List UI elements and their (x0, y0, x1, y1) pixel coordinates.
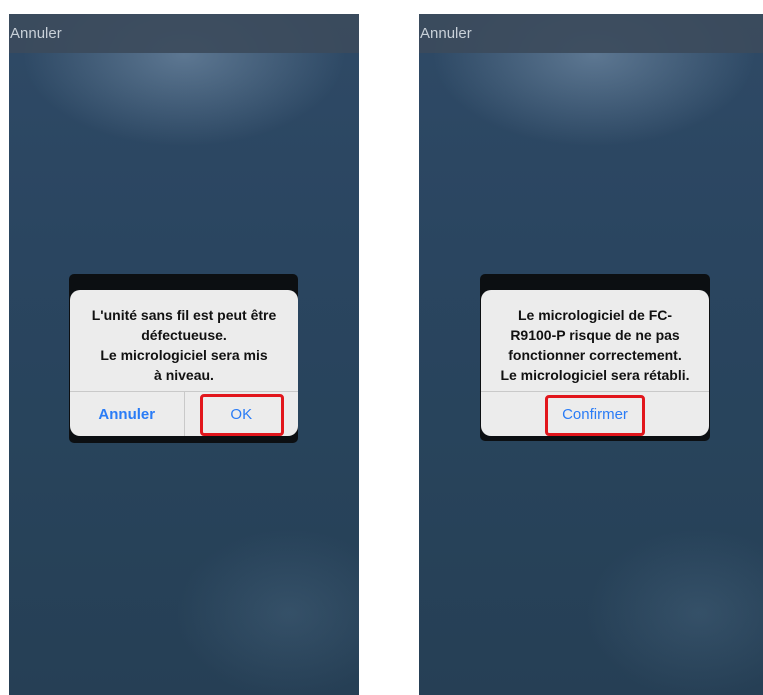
dialog-message: Le micrologiciel de FC- R9100-P risque d… (491, 305, 699, 385)
dialog-message-line: défectueuse. (141, 327, 227, 343)
right-phone-screen: Annuler Le micrologiciel de FC- R9100-P … (419, 14, 763, 695)
top-bar: Annuler (419, 14, 763, 53)
dialog-message-line: fonctionner correctement. (508, 347, 682, 363)
dialog-message-line: Le micrologiciel de FC- (517, 307, 673, 323)
ok-button-highlight (200, 394, 284, 436)
dialog-message-line: Le micrologiciel sera mis (100, 347, 268, 363)
dialog-message-line: Le micrologiciel sera rétabli. (500, 367, 690, 383)
top-cancel-link[interactable]: Annuler (10, 25, 62, 42)
top-cancel-link[interactable]: Annuler (420, 25, 472, 42)
left-phone-screen: Annuler L'unité sans fil est peut être d… (9, 14, 359, 695)
confirm-button-highlight (545, 395, 645, 436)
dialog-message-line: L'unité sans fil est peut être (91, 307, 277, 323)
dialog-message-line: à niveau. (154, 367, 214, 383)
dialog-message: L'unité sans fil est peut être défectueu… (80, 305, 288, 385)
cancel-button[interactable]: Annuler (70, 392, 185, 436)
dialog-message-line: R9100-P risque de ne pas (510, 327, 680, 343)
top-bar: Annuler (9, 14, 359, 53)
